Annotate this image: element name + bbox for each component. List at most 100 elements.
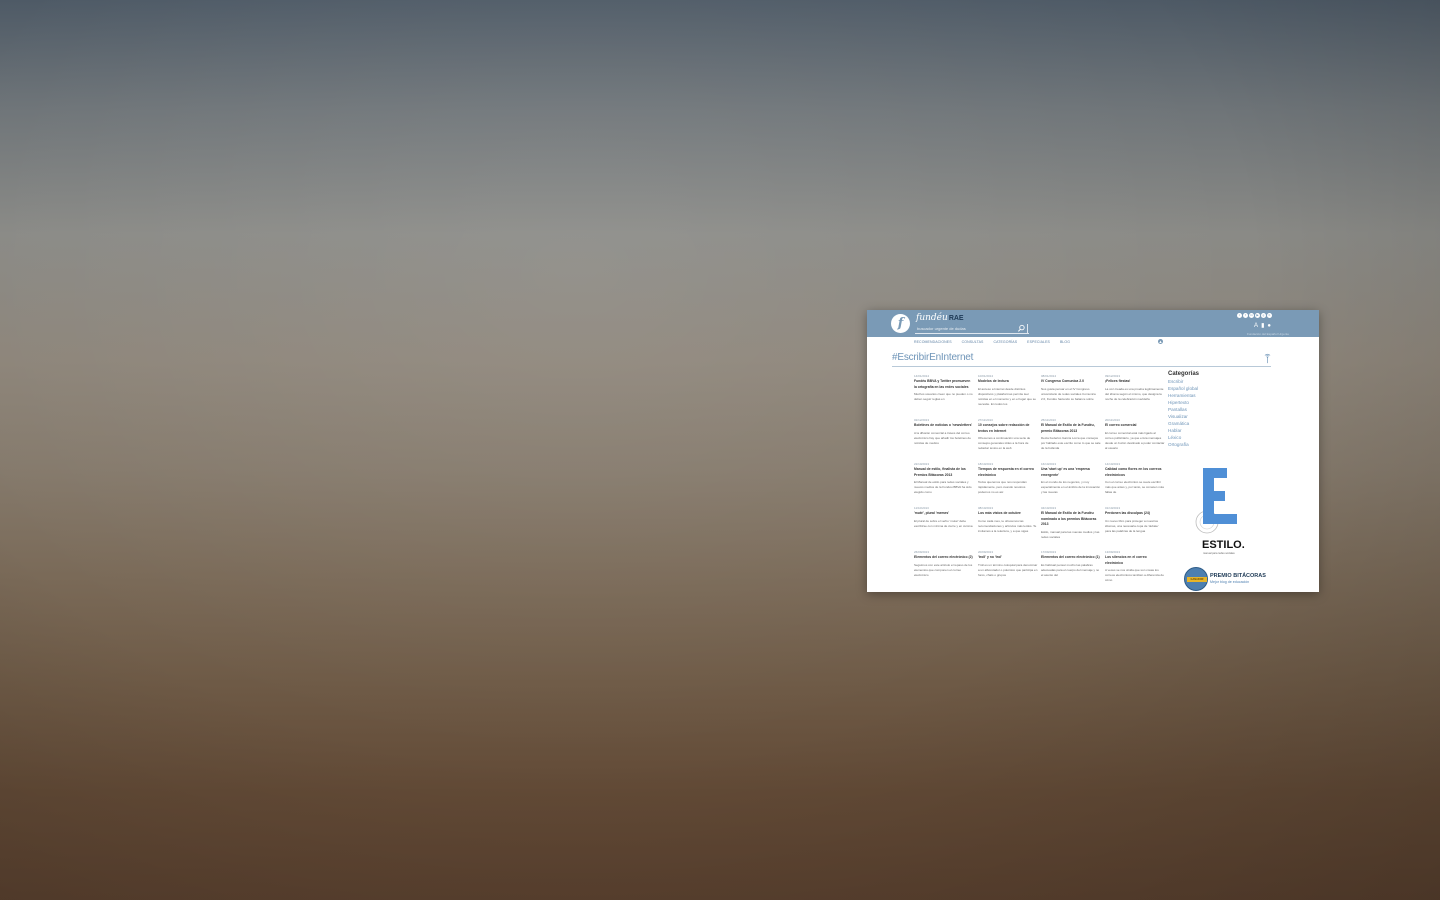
post-excerpt: Con el correo electrónico se suele escri…: [1105, 480, 1164, 494]
post-title[interactable]: Los más vistos de octubre: [978, 511, 1038, 517]
category-link[interactable]: Hablar: [1168, 427, 1228, 434]
post-excerpt: Decía Federico García Lorca que consejos…: [1041, 436, 1101, 450]
post-excerpt: La voz creada es una prueba legitimament…: [1105, 386, 1164, 401]
nav-item-consultas[interactable]: CONSULTAS: [962, 340, 984, 344]
scroll-up-icon[interactable]: ▲: [1158, 339, 1163, 344]
post-date: 01/10/2013: [1105, 506, 1121, 510]
category-link[interactable]: Pantallas: [1168, 406, 1228, 413]
post-title[interactable]: Elementos del correo electrónico (2): [914, 555, 974, 561]
post-item[interactable]: 01/10/2013 Perdonen las disculpas (24) Un …: [1105, 506, 1165, 546]
post-item[interactable]: 14/10/2013 Calidad como flores en los cor…: [1105, 462, 1165, 502]
categories-sidebar: Categorías Escribir Español global Herra…: [1168, 370, 1228, 448]
blog-icon[interactable]: b: [1267, 313, 1272, 318]
post-item[interactable]: 10/01/2014 Modelos de lectura El acceso a …: [978, 374, 1038, 414]
post-title[interactable]: Perdonen las disculpas (24): [1105, 511, 1165, 517]
post-date: 13/09/2013: [1105, 550, 1121, 554]
post-excerpt: Es habitual pensar mucho las palabras ad…: [1041, 562, 1100, 577]
post-item[interactable]: 11/10/2013'muté', plural 'memes' El plura…: [914, 506, 974, 546]
bitacoras-award[interactable]: GANADOR PREMIO BITÁCORAS Mejor blog de e…: [1184, 567, 1284, 591]
post-title[interactable]: Tiempos de respuesta en el correo electr…: [978, 467, 1038, 478]
category-link[interactable]: Ortografía: [1168, 441, 1228, 448]
post-item[interactable]: 04/10/2013 El Manual de Estilo de la Fund…: [1041, 506, 1101, 546]
post-title[interactable]: Elementos del correo electrónico (1): [1041, 555, 1101, 561]
post-date: 27/11/2013: [978, 418, 993, 422]
post-title[interactable]: ¡Felices fiestas!: [1105, 379, 1165, 385]
post-excerpt: El plural de sobre el verbo 'mutar' debe…: [914, 518, 973, 528]
text-size-icon[interactable]: A: [1254, 323, 1258, 330]
post-item[interactable]: 13/09/2013 Los silencios en el correo ele…: [1105, 550, 1165, 590]
post-title[interactable]: Boletines de noticias o 'newsletters': [914, 423, 974, 429]
post-title[interactable]: Los silencios en el correo electrónico: [1105, 555, 1165, 566]
post-excerpt: Todos queremos que nos respondan rápidam…: [978, 480, 1027, 494]
post-item[interactable]: 25/11/2013 El Manual de Estilo de la Fund…: [1041, 418, 1101, 458]
category-link[interactable]: Español global: [1168, 385, 1228, 392]
estilo-banner[interactable]: ESTILO. manual para redes sociales: [1191, 464, 1247, 560]
post-date: 04/10/2013: [1041, 506, 1057, 510]
post-title[interactable]: Fundéu BBVA y Twitter promueven la ortog…: [914, 379, 974, 390]
post-item[interactable]: 22/10/2013 Manual de estilo, finalista de…: [914, 462, 974, 502]
post-title[interactable]: 'troll' y no 'trol': [978, 555, 1038, 561]
post-grid: 14/01/2014 Fundéu BBVA y Twitter promueve…: [914, 374, 1166, 592]
post-title[interactable]: Manual de estilo, finalista de los Premi…: [914, 467, 974, 478]
award-ribbon: GANADOR: [1187, 577, 1207, 582]
post-title[interactable]: Modelos de lectura: [978, 379, 1038, 385]
post-title[interactable]: IV Congreso Comunica 2.0: [1041, 379, 1101, 385]
category-link[interactable]: Gramática: [1168, 420, 1228, 427]
post-item[interactable]: 26/09/2013 Elementos del correo electróni…: [914, 550, 974, 590]
post-item[interactable]: 18/10/2013 Tiempos de respuesta en el cor…: [978, 462, 1038, 502]
estilo-tagline: manual para redes sociales: [1203, 551, 1235, 555]
post-item[interactable]: 09/12/2013 ¡Felices fiestas! La voz creada…: [1105, 374, 1165, 414]
linkedin-icon[interactable]: in: [1249, 313, 1254, 318]
post-date: 26/09/2013: [914, 550, 930, 554]
search-icon[interactable]: [1017, 324, 1026, 333]
post-title[interactable]: 10 consejos sobre redacción de textos en…: [978, 423, 1038, 434]
post-date: 16/10/2013: [1041, 462, 1057, 466]
bookmark-icon[interactable]: ▮: [1261, 323, 1264, 330]
post-excerpt: El acceso a Internet desde distintos dis…: [978, 386, 1036, 406]
estilo-wordmark: ESTILO.: [1202, 539, 1245, 551]
search-input[interactable]: buscador urgente de dudas: [915, 324, 1029, 334]
nav-item-blog[interactable]: BLOG: [1060, 340, 1070, 344]
category-link[interactable]: Herramientas: [1168, 392, 1228, 399]
post-item[interactable]: 16/10/2013 Una 'start up' es una 'empresa…: [1041, 462, 1101, 502]
post-date: 08/01/2014: [1041, 374, 1057, 378]
post-item[interactable]: 08/01/2014 IV Congreso Comunica 2.0 Nos gu…: [1041, 374, 1101, 414]
post-title[interactable]: El Manual de Estilo de la Fundéu nominad…: [1041, 511, 1101, 528]
category-link[interactable]: Hipertexto: [1168, 399, 1228, 406]
mic-icon[interactable]: ●: [1267, 323, 1271, 330]
post-excerpt: El Manual de estilo para redes sociales …: [914, 480, 972, 494]
facebook-icon[interactable]: f: [1243, 313, 1248, 318]
post-title[interactable]: 'muté', plural 'memes': [914, 511, 974, 517]
post-title[interactable]: El Manual de Estilo de la Fundéu, premio…: [1041, 423, 1101, 434]
rss-icon[interactable]: [1264, 352, 1271, 364]
post-title[interactable]: Una 'start up' es una 'empresa emergente…: [1041, 467, 1101, 478]
post-excerpt: A la difusión comercial a través del cor…: [914, 430, 971, 445]
post-excerpt: El correo comercial está más ligado al c…: [1105, 430, 1165, 450]
category-link[interactable]: Léxico: [1168, 434, 1228, 441]
post-item[interactable]: 20/11/2013 El correo comercial El correo c…: [1105, 418, 1165, 458]
header-note: Fundación del Español Urgente: [1246, 332, 1289, 336]
post-item[interactable]: 02/12/2013 Boletines de noticias o 'newsl…: [914, 418, 974, 458]
nav-item-especiales[interactable]: ESPECIALES: [1027, 340, 1050, 344]
site-logo[interactable]: f: [891, 314, 910, 333]
post-title[interactable]: Calidad como flores en los correos elect…: [1105, 467, 1165, 478]
post-date: 11/10/2013: [914, 506, 929, 510]
post-item[interactable]: 17/09/2013 Elementos del correo electróni…: [1041, 550, 1101, 590]
post-date: 09/12/2013: [1105, 374, 1121, 378]
category-link[interactable]: Escribir: [1168, 378, 1228, 385]
post-item[interactable]: 27/11/2013 10 consejos sobre redacción de…: [978, 418, 1038, 458]
post-item[interactable]: 14/01/2014 Fundéu BBVA y Twitter promueve…: [914, 374, 974, 414]
post-title[interactable]: El correo comercial: [1105, 423, 1165, 429]
youtube-icon[interactable]: ▶: [1255, 313, 1260, 318]
nav-item-categorias[interactable]: CATEGORÍAS: [993, 340, 1017, 344]
post-item[interactable]: 20/09/2013'troll' y no 'trol' Troll es un…: [978, 550, 1038, 590]
category-link[interactable]: Visualizar: [1168, 413, 1228, 420]
post-item[interactable]: 08/10/2013 Los más vistos de octubre Como …: [978, 506, 1038, 546]
nav-item-recomendaciones[interactable]: RECOMENDACIONES: [914, 340, 952, 344]
brand-name[interactable]: fundéuRAE: [916, 313, 964, 323]
post-date: 20/09/2013: [978, 550, 994, 554]
twitter-icon[interactable]: t: [1237, 313, 1242, 318]
main-nav: RECOMENDACIONES CONSULTAS CATEGORÍAS ESP…: [914, 340, 1070, 344]
post-date: 02/12/2013: [914, 418, 930, 422]
googleplus-icon[interactable]: g: [1261, 313, 1266, 318]
